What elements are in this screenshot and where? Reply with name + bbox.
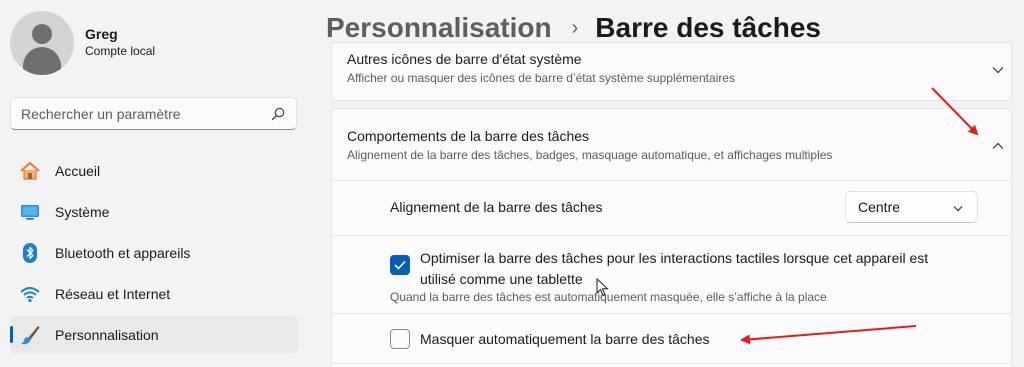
avatar-head	[32, 24, 52, 44]
sidebar-item-label: Système	[55, 203, 110, 220]
bluetooth-icon	[19, 242, 41, 264]
taskbar-behaviors-header[interactable]: Comportements de la barre des tâches Ali…	[332, 109, 1011, 180]
user-account-type: Compte local	[85, 44, 156, 58]
divider	[332, 235, 1011, 236]
sidebar-item-label: Réseau et Internet	[55, 285, 171, 302]
auto-hide-checkbox[interactable]	[390, 329, 410, 349]
alignment-value: Centre	[858, 199, 901, 215]
chevron-up-icon[interactable]	[991, 139, 1005, 153]
home-icon	[19, 160, 41, 182]
wifi-icon	[19, 283, 41, 305]
divider	[332, 180, 1011, 181]
sidebar-nav: Accueil Système Bluetooth et appareils R…	[10, 152, 298, 357]
breadcrumb-separator: ›	[571, 16, 579, 39]
user-name: Greg	[85, 26, 118, 42]
sidebar: Greg Compte local Accueil Système Blueto…	[0, 0, 310, 367]
sidebar-item-reseau[interactable]: Réseau et Internet	[10, 275, 298, 312]
auto-hide-label[interactable]: Masquer automatiquement la barre des tâc…	[420, 329, 710, 350]
touch-optimize-label[interactable]: Optimiser la barre des tâches pour les i…	[420, 248, 965, 290]
sidebar-item-label: Bluetooth et appareils	[55, 244, 191, 261]
checkmark-icon	[394, 260, 406, 270]
breadcrumb-parent[interactable]: Personnalisation	[326, 12, 552, 44]
divider	[332, 363, 1011, 364]
sidebar-item-bluetooth[interactable]: Bluetooth et appareils	[10, 234, 298, 271]
chevron-down-icon[interactable]	[991, 63, 1005, 77]
chevron-down-icon	[951, 201, 965, 215]
search-box[interactable]	[10, 97, 297, 130]
system-tray-icons-card[interactable]: Autres icônes de barre d'état système Af…	[331, 42, 1012, 101]
divider	[332, 313, 1011, 314]
alignment-dropdown[interactable]: Centre	[845, 191, 978, 223]
search-input[interactable]	[21, 105, 270, 122]
brush-icon	[19, 324, 41, 346]
taskbar-behaviors-title: Comportements de la barre des tâches	[347, 128, 590, 144]
sidebar-item-systeme[interactable]: Système	[10, 193, 298, 230]
sidebar-item-label: Personnalisation	[55, 326, 159, 343]
avatar-body	[23, 47, 61, 75]
mouse-cursor-icon	[596, 278, 609, 297]
sidebar-item-label: Accueil	[55, 162, 101, 179]
system-tray-icons-subtitle: Afficher ou masquer des icônes de barre …	[347, 71, 735, 85]
page-title: Barre des tâches	[595, 12, 821, 43]
touch-optimize-checkbox[interactable]	[390, 255, 410, 275]
taskbar-behaviors-card: Comportements de la barre des tâches Ali…	[331, 108, 1012, 367]
system-display-icon	[19, 201, 41, 223]
system-tray-icons-title: Autres icônes de barre d'état système	[347, 51, 582, 67]
taskbar-behaviors-subtitle: Alignement de la barre des tâches, badge…	[347, 148, 833, 162]
search-icon[interactable]	[270, 106, 286, 122]
alignment-label: Alignement de la barre des tâches	[390, 199, 603, 215]
sidebar-item-personnalisation[interactable]: Personnalisation	[10, 316, 298, 353]
avatar[interactable]	[10, 11, 74, 75]
sidebar-item-accueil[interactable]: Accueil	[10, 152, 298, 189]
